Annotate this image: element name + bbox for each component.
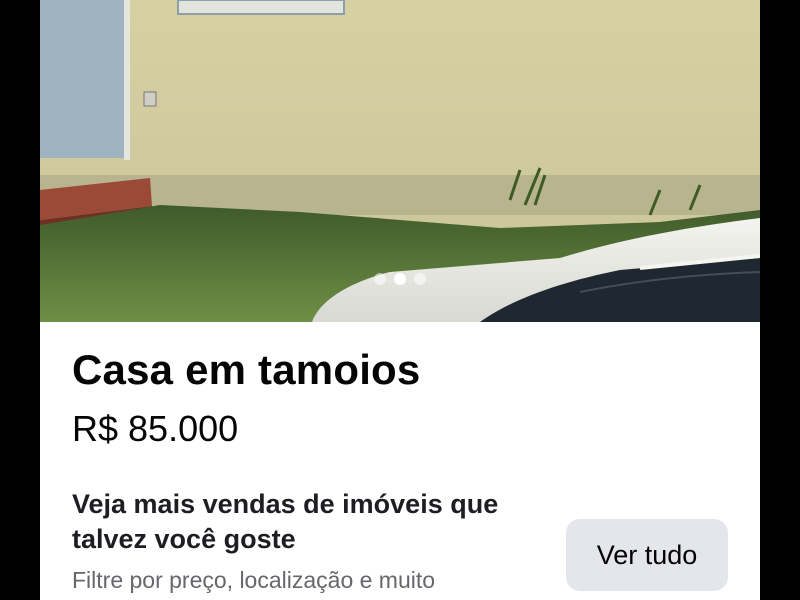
carousel-dot-active[interactable] (394, 273, 406, 285)
listing-photo[interactable] (40, 0, 760, 322)
listing-price: R$ 85.000 (72, 408, 239, 449)
recommendations-subtext: Filtre por preço, localização e muito (72, 567, 436, 593)
carousel-indicator (40, 273, 760, 285)
carousel-dot[interactable] (374, 273, 386, 285)
carousel-dot[interactable] (414, 273, 426, 285)
listing-title: Casa em tamoios (72, 346, 421, 393)
see-all-button[interactable]: Ver tudo (566, 519, 728, 591)
listing-card: Casa em tamoios R$ 85.000 Veja mais vend… (40, 0, 760, 600)
recommendations-heading: Veja mais vendas de imóveis que talvez v… (72, 489, 499, 554)
